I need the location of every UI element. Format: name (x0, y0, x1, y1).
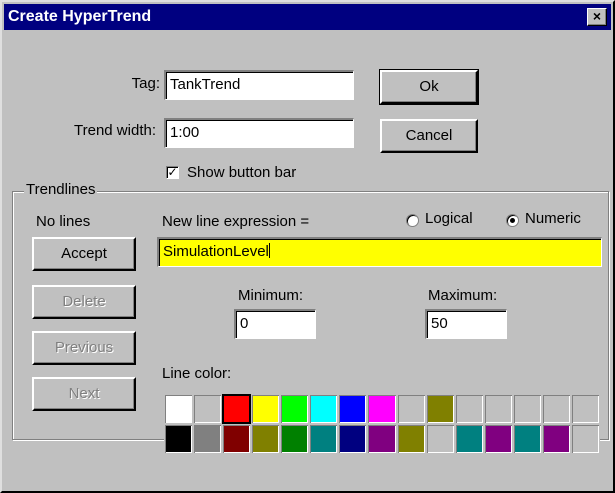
logical-radio[interactable] (406, 214, 419, 227)
color-swatch[interactable] (280, 424, 310, 454)
color-swatch[interactable] (222, 394, 252, 424)
color-swatch[interactable] (454, 424, 484, 454)
color-swatch[interactable] (396, 424, 426, 454)
checkmark-icon: ✓ (167, 165, 178, 179)
color-swatch[interactable] (425, 394, 455, 424)
next-button-label: Next (68, 385, 100, 402)
tag-input[interactable]: TankTrend (164, 70, 354, 100)
ok-button-label: Ok (419, 78, 439, 95)
color-swatch[interactable] (164, 394, 194, 424)
trend-width-label: Trend width: (74, 122, 156, 139)
minimum-label: Minimum: (238, 287, 304, 304)
maximum-input[interactable]: 50 (425, 309, 507, 339)
color-swatch[interactable] (570, 394, 600, 424)
previous-button[interactable]: Previous (32, 331, 136, 365)
color-swatch[interactable] (309, 424, 339, 454)
line-color-label: Line color: (162, 365, 232, 382)
color-swatch[interactable] (193, 394, 223, 424)
color-swatch[interactable] (309, 394, 339, 424)
numeric-radio-label[interactable]: Numeric (525, 210, 581, 227)
color-swatch[interactable] (483, 394, 513, 424)
cancel-button[interactable]: Cancel (380, 119, 478, 153)
text-cursor (268, 243, 270, 258)
color-swatch[interactable] (222, 424, 252, 454)
accept-button[interactable]: Accept (32, 237, 136, 271)
numeric-radio[interactable] (506, 214, 519, 227)
expression-value: SimulationLevel (163, 243, 269, 260)
color-swatch[interactable] (454, 394, 484, 424)
trend-width-value: 1:00 (170, 124, 200, 141)
maximum-value: 50 (431, 315, 448, 332)
color-swatch[interactable] (541, 424, 571, 454)
color-swatch[interactable] (425, 424, 455, 454)
next-button[interactable]: Next (32, 377, 136, 411)
trendlines-status: No lines (36, 213, 91, 230)
show-button-bar-label[interactable]: Show button bar (187, 164, 296, 181)
trend-width-input[interactable]: 1:00 (164, 118, 354, 148)
color-swatch[interactable] (280, 394, 310, 424)
delete-button-label: Delete (62, 293, 106, 310)
color-swatch[interactable] (367, 424, 397, 454)
cancel-button-label: Cancel (405, 127, 453, 144)
color-swatch[interactable] (338, 394, 368, 424)
trendlines-group-title: Trendlines (24, 181, 98, 198)
title-bar[interactable]: Create HyperTrend × (4, 4, 611, 30)
create-hypertrend-dialog: Create HyperTrend × Tag: TankTrend Trend… (0, 0, 615, 493)
color-swatch[interactable] (164, 424, 194, 454)
color-swatch[interactable] (396, 394, 426, 424)
color-swatch[interactable] (483, 424, 513, 454)
color-swatch[interactable] (367, 394, 397, 424)
expression-input[interactable]: SimulationLevel (157, 237, 602, 267)
color-swatch[interactable] (251, 424, 281, 454)
minimum-value: 0 (240, 315, 249, 332)
ok-button[interactable]: Ok (379, 69, 479, 105)
close-icon: × (592, 8, 602, 24)
show-button-bar-checkbox[interactable]: ✓ (166, 166, 179, 179)
maximum-label: Maximum: (428, 287, 498, 304)
color-swatch[interactable] (512, 424, 542, 454)
color-swatch[interactable] (570, 424, 600, 454)
color-swatch[interactable] (338, 424, 368, 454)
logical-radio-label[interactable]: Logical (425, 210, 473, 227)
close-button[interactable]: × (587, 8, 607, 26)
delete-button[interactable]: Delete (32, 285, 136, 319)
tag-value: TankTrend (170, 76, 241, 93)
line-color-palette (164, 394, 600, 454)
minimum-input[interactable]: 0 (234, 309, 316, 339)
expression-label: New line expression = (162, 213, 310, 230)
window-title: Create HyperTrend (8, 8, 152, 25)
tag-label: Tag: (131, 75, 160, 92)
color-swatch[interactable] (193, 424, 223, 454)
previous-button-label: Previous (54, 339, 114, 356)
color-swatch[interactable] (541, 394, 571, 424)
accept-button-label: Accept (61, 245, 107, 262)
color-swatch[interactable] (251, 394, 281, 424)
color-swatch[interactable] (512, 394, 542, 424)
